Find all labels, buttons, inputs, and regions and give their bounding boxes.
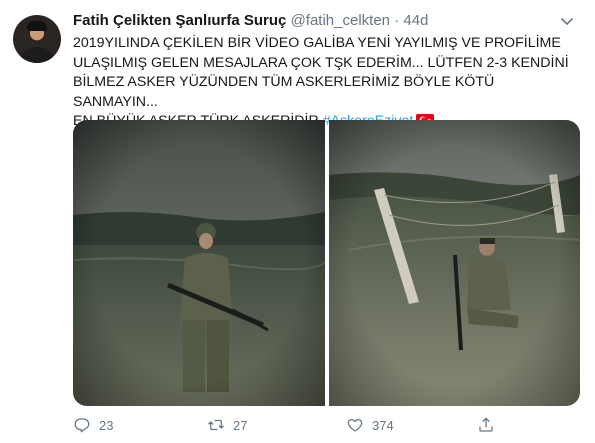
media-grid: [73, 120, 580, 406]
like-count: 374: [372, 417, 394, 433]
photo-soldier-crouching[interactable]: [329, 120, 580, 406]
tweet-text-line: 2019YILINDA ÇEKİLEN BİR VİDEO GALİBA YEN…: [73, 35, 561, 51]
separator-dot: ·: [394, 12, 400, 29]
tweet-header: Fatih Çelikten Şanlıurfa Suruç @fatih_ce…: [73, 12, 555, 32]
like-button[interactable]: 374: [346, 414, 394, 436]
tweet-text-line: ULAŞILMIŞ GELEN MESAJLARA ÇOK TŞK EDERİM…: [73, 54, 569, 71]
author-name[interactable]: Fatih Çelikten Şanlıurfa Suruç: [73, 12, 286, 29]
retweet-button[interactable]: 27: [207, 414, 247, 436]
retweet-count: 27: [233, 417, 248, 433]
tweet-text-line: BİLMEZ ASKER YÜZÜNDEN TÜM ASKERLERİMİZ B…: [73, 74, 495, 110]
reply-count: 23: [99, 417, 114, 433]
tweet-text: 2019YILINDA ÇEKİLEN BİR VİDEO GALİBA YEN…: [73, 34, 583, 132]
tweet[interactable]: Fatih Çelikten Şanlıurfa Suruç @fatih_ce…: [0, 0, 595, 443]
author-handle[interactable]: @fatih_celkten: [291, 12, 390, 29]
reply-button[interactable]: 23: [73, 414, 113, 436]
avatar[interactable]: [13, 15, 61, 63]
reply-icon: [74, 418, 90, 433]
share-icon: [479, 417, 493, 432]
share-button[interactable]: [477, 414, 495, 436]
like-icon: [347, 418, 363, 432]
chevron-down-icon[interactable]: [557, 14, 577, 30]
retweet-icon: [208, 419, 224, 431]
tweet-time[interactable]: 44d: [403, 12, 428, 29]
action-bar: 23 27 374: [73, 414, 583, 436]
photo-soldier-standing[interactable]: [73, 120, 325, 406]
